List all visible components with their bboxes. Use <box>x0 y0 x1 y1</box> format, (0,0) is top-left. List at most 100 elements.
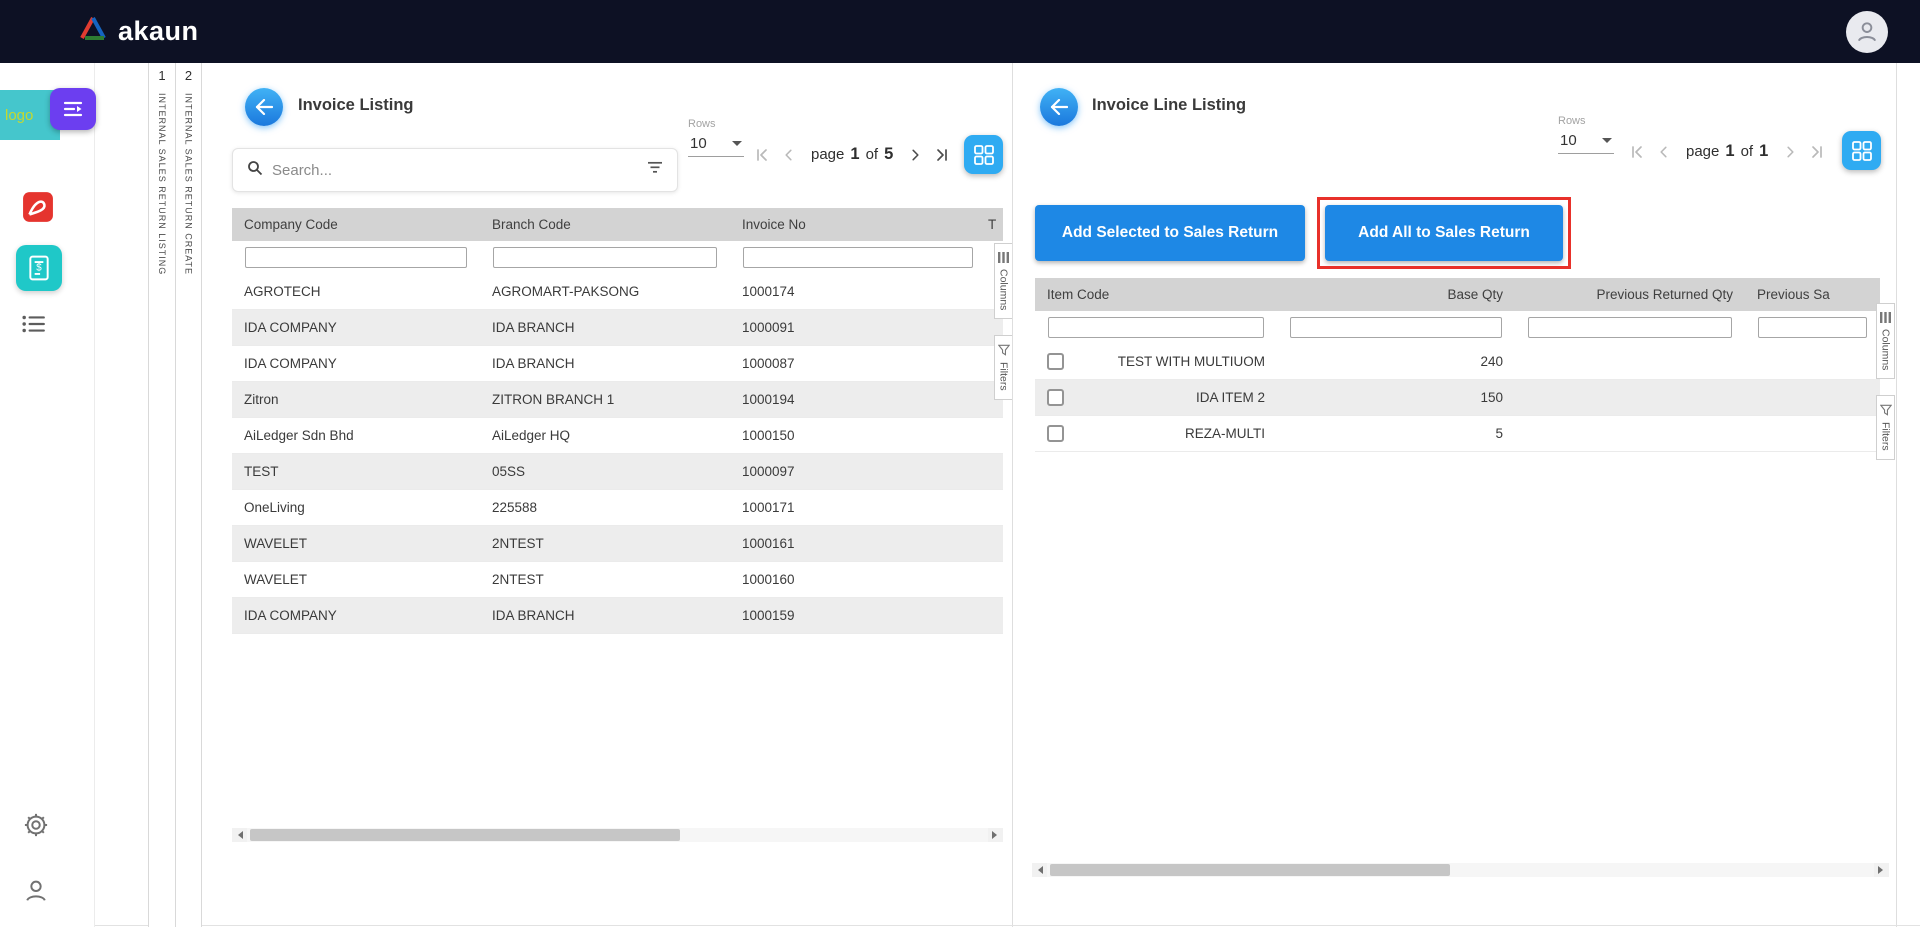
filter-input-branch-code[interactable] <box>493 247 717 268</box>
sidebar-toggle-button[interactable] <box>50 88 96 130</box>
sidebar-item-red-app[interactable] <box>22 191 54 223</box>
row-checkbox[interactable] <box>1047 389 1064 406</box>
row-checkbox[interactable] <box>1047 425 1064 442</box>
pagination: page 1 of 5 <box>755 145 949 164</box>
cell-company-code: AiLedger Sdn Bhd <box>232 428 480 443</box>
gear-icon <box>22 811 50 839</box>
add-all-to-sales-return-button[interactable]: Add All to Sales Return <box>1325 205 1563 261</box>
filter-input-base-qty[interactable] <box>1290 317 1502 338</box>
invoice-line-listing-panel: Invoice Line Listing Rows 10 page 1 of 1 <box>1030 63 1897 927</box>
cell-item-code: IDA ITEM 2 <box>1196 390 1265 405</box>
grid-view-button[interactable] <box>1842 131 1881 170</box>
menu-toggle-icon <box>63 101 83 117</box>
scroll-left-icon[interactable] <box>1032 863 1047 877</box>
filters-rail-label: Filters <box>998 362 1010 391</box>
cell-invoice-no: 1000174 <box>730 284 986 299</box>
current-page: 1 <box>1725 142 1734 161</box>
last-page-icon[interactable] <box>1810 145 1824 159</box>
col-header-previous-returned-qty[interactable]: Previous Returned Qty <box>1515 287 1745 302</box>
col-header-clipped[interactable]: T <box>986 217 1003 232</box>
table-row[interactable]: TEST 05SS 1000097 <box>232 454 1003 490</box>
scroll-left-icon[interactable] <box>232 828 247 842</box>
table-row[interactable]: AGROTECH AGROMART-PAKSONG 1000174 <box>232 274 1003 310</box>
col-header-previous-sales-clipped[interactable]: Previous Sa <box>1745 287 1880 302</box>
sidebar-item-sales-module[interactable]: $ <box>16 245 62 291</box>
last-page-icon[interactable] <box>935 148 949 162</box>
col-header-company-code[interactable]: Company Code <box>232 217 480 232</box>
columns-rail-tab[interactable]: Columns <box>1876 303 1895 379</box>
horizontal-scrollbar[interactable] <box>1032 863 1889 877</box>
table-row[interactable]: WAVELET 2NTEST 1000160 <box>232 562 1003 598</box>
table-row[interactable]: REZA-MULTI 5 <box>1035 416 1880 452</box>
back-button[interactable] <box>245 88 283 126</box>
rows-per-page-select[interactable]: 10 <box>688 132 744 157</box>
col-header-base-qty[interactable]: Base Qty <box>1277 287 1515 302</box>
filter-input-previous-returned-qty[interactable] <box>1528 317 1732 338</box>
cell-base-qty: 5 <box>1277 426 1515 441</box>
filters-rail-tab[interactable]: Filters <box>1876 395 1895 460</box>
filter-input-company-code[interactable] <box>245 247 467 268</box>
tab-internal-sales-return-listing[interactable]: 1 INTERNAL SALES RETURN LISTING <box>148 63 175 927</box>
table-row[interactable]: AiLedger Sdn Bhd AiLedger HQ 1000150 <box>232 418 1003 454</box>
filters-rail-tab[interactable]: Filters <box>994 335 1013 400</box>
scroll-right-icon[interactable] <box>1874 863 1889 877</box>
search-input[interactable] <box>272 162 638 179</box>
horizontal-scrollbar[interactable] <box>232 828 1003 842</box>
table-row[interactable]: IDA ITEM 2 150 <box>1035 380 1880 416</box>
previous-page-icon[interactable] <box>782 148 795 162</box>
user-avatar[interactable] <box>1846 11 1888 53</box>
table-row[interactable]: OneLiving 225588 1000171 <box>232 490 1003 526</box>
col-header-invoice-no[interactable]: Invoice No <box>730 217 986 232</box>
table-row[interactable]: IDA COMPANY IDA BRANCH 1000091 <box>232 310 1003 346</box>
filter-input-previous-sales[interactable] <box>1758 317 1867 338</box>
page-indicator: page 1 of 1 <box>1686 142 1768 161</box>
cell-base-qty: 240 <box>1277 354 1515 369</box>
scrollbar-thumb[interactable] <box>1050 864 1450 876</box>
row-checkbox[interactable] <box>1047 353 1064 370</box>
table-row[interactable]: Zitron ZITRON BRANCH 1 1000194 <box>232 382 1003 418</box>
tab-internal-sales-return-create[interactable]: 2 INTERNAL SALES RETURN CREATE <box>175 63 202 927</box>
cell-item-code: TEST WITH MULTIUOM <box>1118 354 1265 369</box>
filter-input-invoice-no[interactable] <box>743 247 973 268</box>
first-page-icon[interactable] <box>1630 145 1644 159</box>
filter-input-item-code[interactable] <box>1048 317 1264 338</box>
col-header-item-code[interactable]: Item Code <box>1035 287 1277 302</box>
of-word: of <box>1741 143 1754 160</box>
columns-icon <box>998 252 1009 263</box>
cell-company-code: Zitron <box>232 392 480 407</box>
rows-per-page-control: Rows 10 <box>1558 115 1618 154</box>
tab-label: INTERNAL SALES RETURN CREATE <box>184 93 194 275</box>
table-row[interactable]: TEST WITH MULTIUOM 240 <box>1035 344 1880 380</box>
cell-company-code: IDA COMPANY <box>232 356 480 371</box>
cell-branch-code: 2NTEST <box>480 536 730 551</box>
cell-branch-code: IDA BRANCH <box>480 320 730 335</box>
scroll-right-icon[interactable] <box>988 828 1003 842</box>
columns-rail-label: Columns <box>1880 329 1892 370</box>
columns-icon <box>1880 312 1891 323</box>
total-pages: 5 <box>884 145 893 164</box>
tab-number: 2 <box>185 68 192 83</box>
akaun-logo-icon <box>78 15 108 48</box>
add-selected-to-sales-return-button[interactable]: Add Selected to Sales Return <box>1035 205 1305 261</box>
sidebar-item-list[interactable] <box>22 315 46 333</box>
columns-rail-tab[interactable]: Columns <box>994 243 1013 319</box>
table-row[interactable]: IDA COMPANY IDA BRANCH 1000087 <box>232 346 1003 382</box>
back-button[interactable] <box>1040 88 1078 126</box>
first-page-icon[interactable] <box>755 148 769 162</box>
next-page-icon[interactable] <box>909 148 922 162</box>
cell-invoice-no: 1000160 <box>730 572 986 587</box>
table-side-rail: Columns Filters <box>1876 303 1895 460</box>
table-row[interactable]: IDA COMPANY IDA BRANCH 1000159 <box>232 598 1003 634</box>
table-row[interactable]: WAVELET 2NTEST 1000161 <box>232 526 1003 562</box>
next-page-icon[interactable] <box>1784 145 1797 159</box>
filter-list-icon[interactable] <box>647 161 663 179</box>
col-header-branch-code[interactable]: Branch Code <box>480 217 730 232</box>
previous-page-icon[interactable] <box>1657 145 1670 159</box>
profile-button[interactable] <box>22 877 50 905</box>
cell-branch-code: 2NTEST <box>480 572 730 587</box>
settings-button[interactable] <box>22 811 50 839</box>
scrollbar-thumb[interactable] <box>250 829 680 841</box>
grid-view-button[interactable] <box>964 135 1003 174</box>
page-bottom-divider <box>0 925 1920 926</box>
rows-per-page-select[interactable]: 10 <box>1558 129 1614 154</box>
